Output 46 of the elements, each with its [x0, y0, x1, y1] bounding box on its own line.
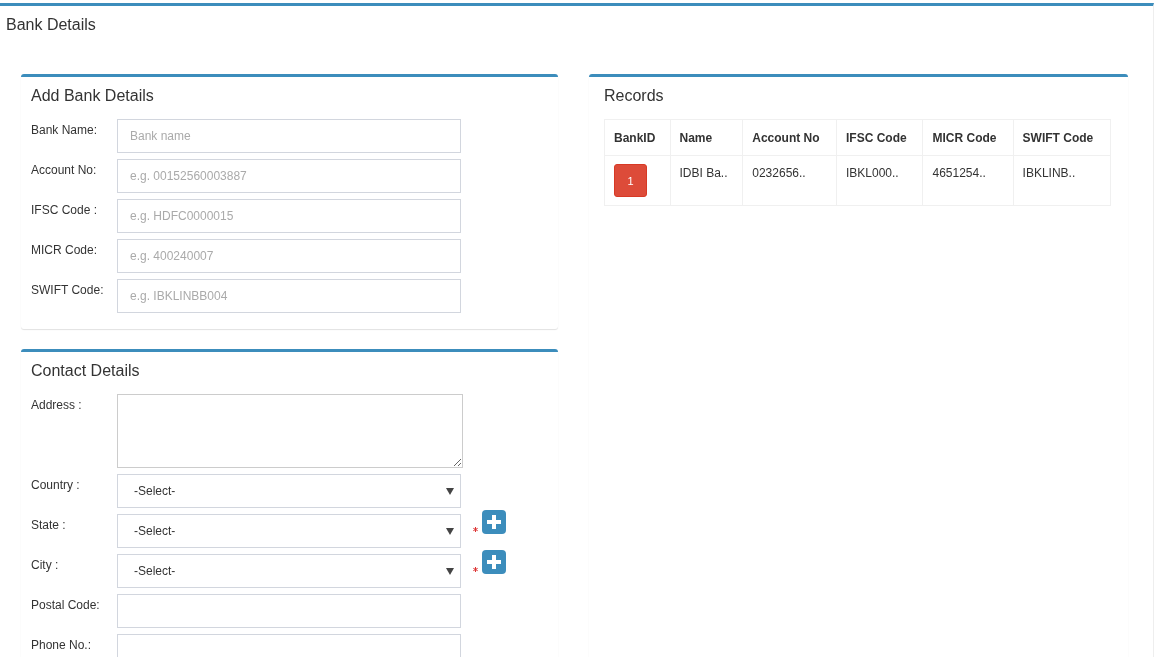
- input-field[interactable]: e.g. HDFC0000015: [117, 199, 461, 233]
- table-cell: IBKL000..: [836, 155, 923, 206]
- field-label: SWIFT Code:: [31, 282, 105, 297]
- field-label: City :: [31, 557, 60, 572]
- plus-icon: [487, 555, 501, 569]
- column-header: Account No: [742, 119, 837, 156]
- input-field[interactable]: e.g. 400240007: [117, 239, 461, 273]
- field-label: Bank Name:: [31, 122, 99, 137]
- field-label: State :: [31, 517, 67, 532]
- input-field[interactable]: e.g. 00152560003887: [117, 159, 461, 193]
- field-label: Postal Code:: [31, 597, 101, 612]
- field-label: Address :: [31, 397, 83, 412]
- caret-icon: [446, 527, 454, 535]
- column-header: SWIFT Code: [1013, 119, 1111, 156]
- panel-title: Contact Details: [31, 361, 141, 381]
- input-field[interactable]: e.g. IBKLINBB004: [117, 279, 461, 313]
- add-button[interactable]: [482, 510, 506, 534]
- plus-icon: [487, 515, 501, 529]
- panel-title: Add Bank Details: [31, 86, 155, 106]
- select-dropdown[interactable]: -Select-: [117, 474, 461, 508]
- input-field[interactable]: [117, 594, 461, 628]
- table-cell: IDBI Ba..: [670, 155, 743, 206]
- column-header: MICR Code: [923, 119, 1014, 156]
- page-title: Bank Details: [5, 15, 97, 35]
- bank-id-button[interactable]: 1: [614, 164, 647, 197]
- field-label: MICR Code:: [31, 242, 99, 257]
- input-field[interactable]: Bank name: [117, 119, 461, 153]
- table-cell: 4651254..: [923, 155, 1014, 206]
- column-header: Name: [670, 119, 743, 156]
- table-cell: IBKLINB..: [1013, 155, 1111, 206]
- add-button[interactable]: [482, 550, 506, 574]
- field-label: IFSC Code :: [31, 202, 99, 217]
- field-label: Country :: [31, 477, 81, 492]
- column-header: IFSC Code: [836, 119, 923, 156]
- address-textarea[interactable]: [117, 394, 463, 468]
- field-label: Account No:: [31, 162, 98, 177]
- select-dropdown[interactable]: -Select-: [117, 514, 461, 548]
- required-asterisk-icon: [473, 567, 478, 572]
- select-dropdown[interactable]: -Select-: [117, 554, 461, 588]
- table-cell: 0232656..: [742, 155, 837, 206]
- caret-icon: [446, 487, 454, 495]
- field-label: Phone No.:: [31, 637, 93, 652]
- column-header: BankID: [604, 119, 670, 156]
- caret-icon: [446, 567, 454, 575]
- panel-title: Records: [604, 86, 665, 106]
- required-asterisk-icon: [473, 527, 478, 532]
